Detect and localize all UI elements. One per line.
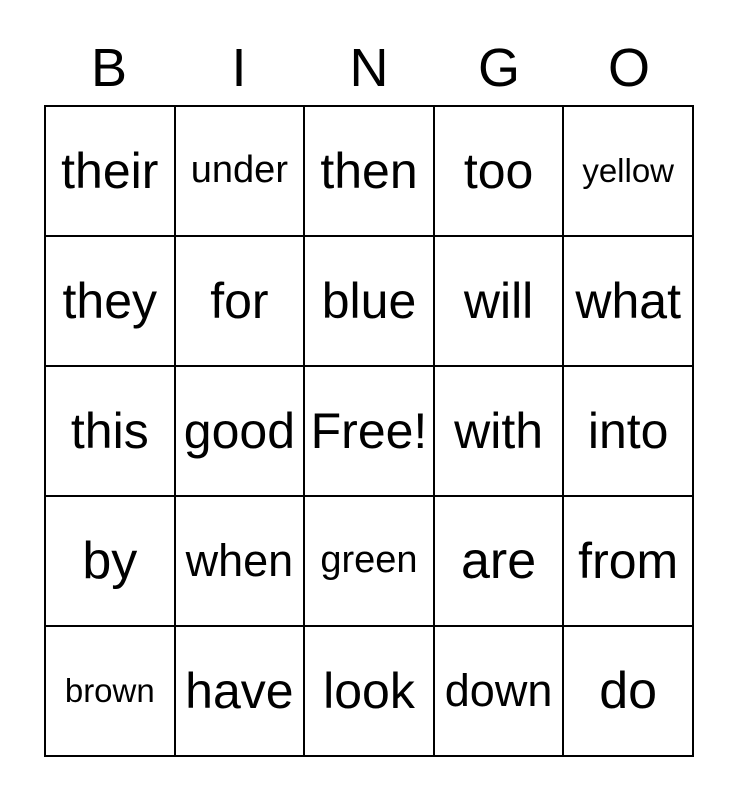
bingo-cell[interactable]: what — [564, 237, 694, 367]
bingo-cell[interactable]: from — [564, 497, 694, 627]
bingo-cell-word: then — [320, 142, 418, 199]
bingo-cell[interactable]: down — [434, 627, 565, 757]
bingo-header-letter-n: N — [349, 37, 389, 98]
bingo-cell[interactable]: green — [305, 497, 435, 627]
bingo-cell-word: brown — [64, 671, 155, 709]
bingo-grid-row: their under then too yellow — [46, 107, 694, 237]
bingo-grid-row: by when green are from — [46, 497, 694, 627]
bingo-cell-word: blue — [321, 272, 417, 329]
bingo-header-letter-g: G — [477, 37, 520, 98]
bingo-cell-word: from — [578, 532, 679, 589]
bingo-cell-word: they — [62, 272, 158, 329]
bingo-grid-row: this good Free! with into — [46, 367, 694, 497]
bingo-cell[interactable]: will — [434, 237, 565, 367]
bingo-cell[interactable]: into — [564, 367, 694, 497]
bingo-cell[interactable]: their — [46, 107, 176, 237]
bingo-cell[interactable]: by — [46, 497, 176, 627]
bingo-cell-word: with — [454, 402, 544, 459]
bingo-cell[interactable]: are — [434, 497, 565, 627]
bingo-cell-word: have — [185, 662, 294, 719]
bingo-header-letter-o: O — [607, 37, 650, 98]
bingo-cell-word: what — [575, 272, 681, 329]
bingo-free-space-cell[interactable]: Free! — [305, 367, 435, 497]
bingo-cell-word: down — [444, 665, 553, 717]
bingo-cell-word: under — [190, 149, 288, 192]
bingo-cell[interactable]: look — [305, 627, 435, 757]
bingo-grid: their under then too yellow they for blue will wh… — [44, 105, 694, 757]
bingo-cell[interactable]: do — [564, 627, 694, 757]
bingo-grid-row: brown have look down do — [46, 627, 694, 757]
bingo-cell-word: too — [463, 142, 534, 199]
bingo-cell[interactable]: they — [46, 237, 176, 367]
bingo-cell-word: into — [587, 402, 669, 459]
bingo-card: B I N G O their under then too yellow they for blue… — [0, 0, 736, 800]
bingo-cell[interactable]: when — [175, 497, 306, 627]
bingo-cell[interactable]: for — [175, 237, 306, 367]
bingo-cell-word: good — [183, 402, 295, 459]
bingo-free-space-label: Free! — [310, 402, 428, 459]
bingo-cell[interactable]: have — [175, 627, 306, 757]
bingo-cell-word: when — [185, 535, 294, 587]
bingo-cell-word: green — [320, 539, 418, 582]
bingo-header-row: BINGO — [44, 30, 694, 105]
bingo-cell-word: for — [210, 272, 269, 329]
bingo-cell[interactable]: this — [46, 367, 176, 497]
bingo-header-letter-b: B — [90, 37, 128, 98]
bingo-cell-word: by — [82, 531, 138, 590]
bingo-cell[interactable]: yellow — [564, 107, 694, 237]
bingo-cell[interactable]: under — [175, 107, 306, 237]
bingo-cell-word: look — [323, 662, 415, 719]
bingo-cell-word: this — [70, 402, 149, 459]
bingo-grid-row: they for blue will what — [46, 237, 694, 367]
bingo-cell[interactable]: brown — [46, 627, 176, 757]
bingo-cell-word: do — [599, 661, 658, 720]
bingo-cell-word: are — [461, 531, 537, 590]
bingo-header-letter-i: I — [231, 37, 247, 98]
bingo-cell[interactable]: then — [305, 107, 435, 237]
bingo-cell[interactable]: too — [434, 107, 565, 237]
bingo-cell-word: yellow — [582, 151, 675, 189]
bingo-cell[interactable]: blue — [305, 237, 435, 367]
bingo-cell-word: will — [463, 272, 534, 329]
bingo-cell-word: their — [61, 142, 159, 199]
bingo-cell[interactable]: good — [175, 367, 306, 497]
bingo-cell[interactable]: with — [434, 367, 565, 497]
